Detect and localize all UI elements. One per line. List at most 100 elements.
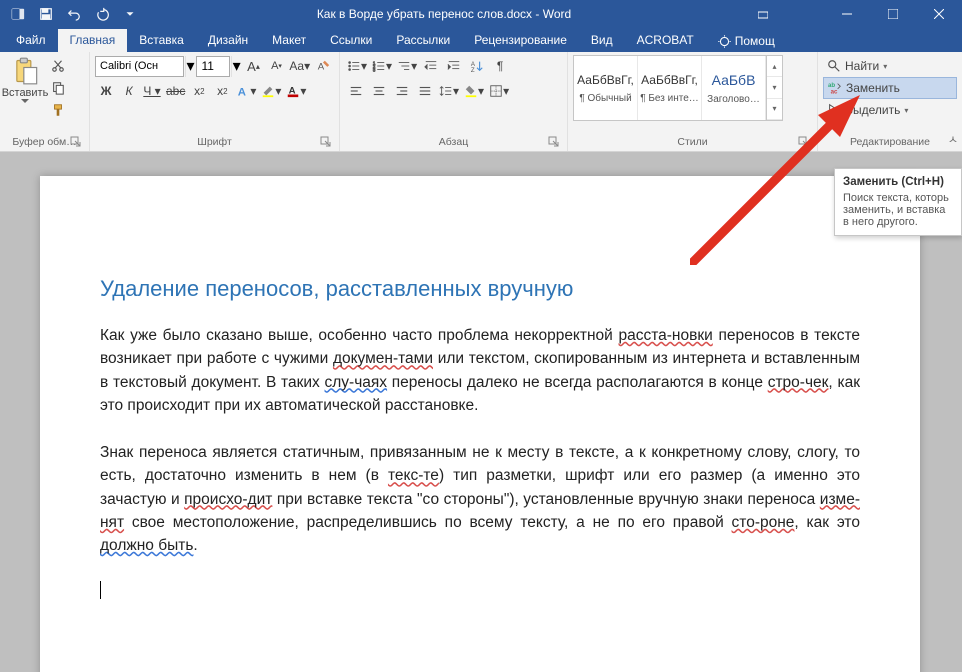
tell-me-label: Помощ [735,34,775,48]
shading-icon[interactable]: ▾ [462,80,486,102]
svg-text:3: 3 [373,67,376,72]
replace-button[interactable]: abac Заменить [823,77,957,99]
cut-icon[interactable] [47,55,69,77]
sort-icon[interactable]: AZ [466,55,488,77]
font-color-icon[interactable]: A▾ [284,80,308,102]
strike-icon[interactable]: abc [164,80,187,102]
group-font: Calibri (Осн ▾ 11 ▾ A▴ A▾ Aa▾ A Ж К Ч ▾ … [90,52,340,151]
superscript-icon[interactable]: x2 [211,80,233,102]
tab-home[interactable]: Главная [58,29,128,52]
tab-review[interactable]: Рецензирование [462,29,579,52]
tell-me[interactable]: Помощ [710,30,783,52]
align-left-icon[interactable] [345,80,367,102]
minimize-icon[interactable] [824,0,870,28]
chevron-down-icon[interactable]: ▾ [185,56,196,77]
launcher-icon[interactable] [70,136,82,148]
window-controls [740,0,962,28]
close-icon[interactable] [916,0,962,28]
group-label-clipboard: Буфер обм… [5,134,84,151]
tab-references[interactable]: Ссылки [318,29,384,52]
group-styles: АаБбВвГг, ¶ Обычный АаБбВвГг, ¶ Без инте… [568,52,818,151]
font-name-combo[interactable]: Calibri (Осн [95,56,184,77]
tooltip-body: Поиск текста, которь заменить, и вставка… [843,192,953,228]
increase-indent-icon[interactable] [443,55,465,77]
ribbon-opts-icon[interactable] [740,0,786,28]
undo-icon[interactable] [62,2,86,26]
launcher-icon[interactable] [798,136,810,148]
group-label-paragraph: Абзац [345,134,562,151]
title-bar: Как в Ворде убрать перенос слов.docx - W… [0,0,962,28]
document-area: Удаление переносов, расставленных вручну… [0,152,962,672]
launcher-icon[interactable] [548,136,560,148]
svg-text:A: A [238,86,246,98]
text-effects-icon[interactable]: A▾ [234,80,258,102]
scroll-down-icon[interactable]: ▾ [767,77,782,98]
find-label: Найти [845,59,879,73]
style-name: ¶ Без инте… [640,93,699,104]
qat-more-icon[interactable] [118,2,142,26]
group-editing: Найти ▾ abac Заменить Выделить ▾ Редакти… [818,52,962,151]
page[interactable]: Удаление переносов, расставленных вручну… [40,176,920,672]
tab-mailings[interactable]: Рассылки [384,29,462,52]
styles-gallery[interactable]: АаБбВвГг, ¶ Обычный АаБбВвГг, ¶ Без инте… [573,55,783,121]
spacer [786,0,824,28]
window-title: Как в Ворде убрать перенос слов.docx - W… [148,7,740,21]
shrink-font-icon[interactable]: A▾ [266,55,288,77]
style-name: ¶ Обычный [579,93,631,104]
style-no-spacing[interactable]: АаБбВвГг, ¶ Без инте… [638,56,702,120]
line-spacing-icon[interactable]: ▾ [437,80,461,102]
tab-layout[interactable]: Макет [260,29,318,52]
chevron-down-icon[interactable]: ▾ [231,56,242,77]
pilcrow-icon[interactable]: ¶ [489,55,511,77]
paragraph-1: Как уже было сказано выше, особенно част… [100,324,860,417]
style-name: Заголово… [707,94,760,105]
redo-icon[interactable] [90,2,114,26]
tab-acrobat[interactable]: ACROBAT [625,29,706,52]
subscript-icon[interactable]: x2 [188,80,210,102]
group-label-editing: Редактирование [823,134,957,151]
replace-label: Заменить [846,81,900,95]
tooltip-replace: Заменить (Ctrl+H) Поиск текста, которь з… [834,168,962,236]
quick-access-toolbar [0,2,148,26]
maximize-icon[interactable] [870,0,916,28]
italic-icon[interactable]: К [118,80,140,102]
ribbon-tabs: Файл Главная Вставка Дизайн Макет Ссылки… [0,28,962,52]
copy-icon[interactable] [47,77,69,99]
tab-insert[interactable]: Вставка [127,29,196,52]
numbering-icon[interactable]: 123▾ [370,55,394,77]
underline-icon[interactable]: Ч ▾ [141,80,163,102]
find-button[interactable]: Найти ▾ [823,55,957,77]
ribbon: Вставить Буфер обм… Calibri (Осн ▾ 11 ▾ … [0,52,962,152]
format-painter-icon[interactable] [47,99,69,121]
scroll-up-icon[interactable]: ▴ [767,56,782,77]
highlight-icon[interactable]: ▾ [259,80,283,102]
tab-view[interactable]: Вид [579,29,625,52]
launcher-icon[interactable] [320,136,332,148]
group-paragraph: ▾ 123▾ ▾ AZ ¶ ▾ ▾ ▾ Абзац [340,52,568,151]
multilevel-icon[interactable]: ▾ [395,55,419,77]
justify-icon[interactable] [414,80,436,102]
style-normal[interactable]: АаБбВвГг, ¶ Обычный [574,56,638,120]
font-size-combo[interactable]: 11 [196,56,229,77]
tab-file[interactable]: Файл [4,29,58,52]
tab-design[interactable]: Дизайн [196,29,260,52]
gallery-more-icon[interactable]: ▾ [767,99,782,120]
select-button[interactable]: Выделить ▾ [823,99,957,121]
style-heading[interactable]: АаБбВ Заголово… [702,56,766,120]
group-label-font: Шрифт [95,134,334,151]
save-icon[interactable] [34,2,58,26]
collapse-ribbon-icon[interactable]: ㅅ [948,131,958,147]
borders-icon[interactable]: ▾ [487,80,511,102]
svg-text:Z: Z [471,67,475,73]
align-right-icon[interactable] [391,80,413,102]
bold-icon[interactable]: Ж [95,80,117,102]
bullets-icon[interactable]: ▾ [345,55,369,77]
clear-formatting-icon[interactable]: A [312,55,334,77]
grow-font-icon[interactable]: A▴ [243,55,265,77]
change-case-icon[interactable]: Aa▾ [289,55,312,77]
group-clipboard: Вставить Буфер обм… [0,52,90,151]
select-label: Выделить [845,103,900,117]
decrease-indent-icon[interactable] [420,55,442,77]
align-center-icon[interactable] [368,80,390,102]
paste-button[interactable]: Вставить [5,55,45,134]
